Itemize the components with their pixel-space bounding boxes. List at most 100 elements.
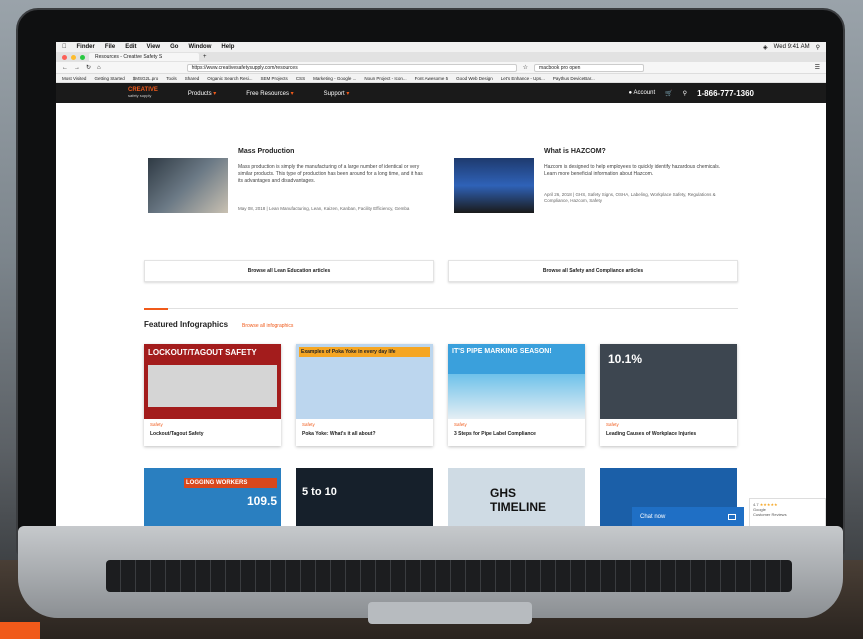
forward-icon[interactable]: → bbox=[74, 65, 80, 71]
back-icon[interactable]: ← bbox=[62, 65, 68, 71]
infographic-card[interactable]: Examples of Poka Yoke in every day life … bbox=[296, 344, 433, 446]
site-search-icon[interactable]: ⚲ bbox=[683, 90, 687, 97]
reload-icon[interactable]: ↻ bbox=[86, 64, 91, 71]
article-title[interactable]: What is HAZCOM? bbox=[544, 148, 606, 155]
section-divider bbox=[144, 308, 738, 310]
address-bar: ← → ↻ ⌂ https://www.creativesafetysupply… bbox=[56, 62, 826, 74]
menu-edit[interactable]: Edit bbox=[125, 44, 136, 50]
wifi-icon[interactable]: ◈ bbox=[763, 44, 768, 51]
bookmark-item[interactable]: Good Web Design bbox=[456, 76, 493, 81]
site-logo[interactable]: CREATIVE safety supply bbox=[128, 87, 158, 99]
bookmark-item[interactable]: Noun Project - Icon... bbox=[364, 76, 406, 81]
infographic-number: 109.5 bbox=[246, 494, 277, 508]
url-field[interactable]: https://www.creativesafetysupply.com/res… bbox=[186, 63, 517, 72]
chevron-down-icon: ▾ bbox=[213, 90, 217, 97]
bookmark-item[interactable]: Most Visited bbox=[62, 76, 86, 81]
card-category[interactable]: Safety bbox=[150, 422, 163, 427]
infographic-heading: LOCKOUT/TAGOUT SAFETY bbox=[148, 348, 257, 357]
infographic-image[interactable]: LOCKOUT/TAGOUT SAFETY bbox=[144, 344, 281, 419]
menu-help[interactable]: Help bbox=[221, 44, 234, 50]
tab-bar: Resources - Creative Safety S + bbox=[56, 52, 826, 62]
article-meta: April 26, 2018 | GHS, Safety Signs, OSHA… bbox=[544, 192, 716, 203]
account-link[interactable]: ● Account bbox=[629, 90, 656, 96]
search-input[interactable]: macbook pro open bbox=[534, 63, 645, 72]
bookmark-item[interactable]: Organic Search Resi... bbox=[207, 76, 252, 81]
user-icon: ● bbox=[628, 90, 633, 96]
menu-file[interactable]: File bbox=[105, 44, 115, 50]
card-title[interactable]: 3 Steps for Pipe Label Compliance bbox=[454, 431, 536, 437]
article-card[interactable]: What is HAZCOM? Hazcom is designed to he… bbox=[454, 140, 744, 220]
infographic-card[interactable]: LOCKOUT/TAGOUT SAFETY Safety Lockout/Tag… bbox=[144, 344, 281, 446]
card-title[interactable]: Poka Yoke: What's it all about? bbox=[302, 431, 376, 437]
orange-corner-tab bbox=[0, 622, 40, 639]
bookmark-item[interactable]: Marketing - Google ... bbox=[313, 76, 356, 81]
browser-tab[interactable]: Resources - Creative Safety S bbox=[89, 53, 199, 61]
close-window-icon[interactable] bbox=[62, 54, 67, 60]
browse-infographics-link[interactable]: Browse all infographics bbox=[242, 323, 293, 329]
nav-products[interactable]: Products ▾ bbox=[188, 90, 216, 97]
keyboard bbox=[106, 560, 792, 592]
menu-icon[interactable]: ☰ bbox=[815, 64, 820, 71]
zoom-window-icon[interactable] bbox=[80, 54, 85, 60]
bookmark-star-icon[interactable]: ☆ bbox=[523, 64, 528, 71]
cart-icon[interactable]: 🛒 bbox=[665, 90, 672, 97]
infographic-heading: 5 to 10 bbox=[302, 486, 337, 498]
new-tab-icon[interactable]: + bbox=[203, 54, 207, 60]
bookmark-item[interactable]: Getting Started bbox=[94, 76, 124, 81]
article-card[interactable]: Mass Production Mass production is simpl… bbox=[148, 140, 438, 220]
bookmark-item[interactable]: CSS bbox=[296, 76, 305, 81]
infographic-heading: GHS TIMELINE bbox=[490, 486, 546, 514]
card-title[interactable]: Lockout/Tagout Safety bbox=[150, 431, 204, 437]
menu-finder[interactable]: Finder bbox=[77, 44, 95, 50]
bookmark-item[interactable]: Tools bbox=[166, 76, 177, 81]
clock[interactable]: Wed 9:41 AM bbox=[774, 44, 810, 51]
article-title[interactable]: Mass Production bbox=[238, 148, 294, 155]
bookmark-item[interactable]: Font Awesome 5 bbox=[415, 76, 448, 81]
bookmark-item[interactable]: $MSG2L.pro bbox=[133, 76, 159, 81]
spotlight-icon[interactable]: ⚲ bbox=[816, 44, 820, 51]
infographic-card[interactable]: GHS TIMELINE bbox=[448, 468, 585, 527]
page-content: Mass Production Mass production is simpl… bbox=[56, 122, 826, 527]
chat-label: Chat now bbox=[640, 514, 666, 520]
bookmark-item[interactable]: Paythus DeviceBar... bbox=[553, 76, 595, 81]
infographic-card[interactable]: IT'S PIPE MARKING SEASON! Safety 3 Steps… bbox=[448, 344, 585, 446]
bookmark-item[interactable]: Let's Enhance - Ups... bbox=[501, 76, 545, 81]
card-title[interactable]: Leading Causes of Workplace Injuries bbox=[606, 431, 696, 437]
infographic-image[interactable]: Examples of Poka Yoke in every day life bbox=[296, 344, 433, 419]
review-label: Customer Reviews bbox=[753, 512, 787, 517]
article-thumbnail[interactable] bbox=[454, 158, 534, 213]
browse-safety-button[interactable]: Browse all Safety and Compliance article… bbox=[448, 260, 738, 282]
menu-view[interactable]: View bbox=[147, 44, 161, 50]
infographic-card[interactable]: 5 to 10 bbox=[296, 468, 433, 527]
account-label: Account bbox=[633, 90, 656, 96]
card-category[interactable]: Safety bbox=[454, 422, 467, 427]
bookmark-item[interactable]: SEM Projects bbox=[261, 76, 288, 81]
site-header: CREATIVE safety supply Products ▾ Free Re… bbox=[56, 83, 826, 103]
article-excerpt: Mass production is simply the manufactur… bbox=[238, 164, 423, 184]
bookmarks-bar: Most Visited Getting Started $MSG2L.pro … bbox=[56, 74, 826, 83]
infographic-heading: 10.1% bbox=[608, 352, 643, 366]
bookmark-item[interactable]: Shared bbox=[185, 76, 200, 81]
nav-support[interactable]: Support ▾ bbox=[324, 90, 350, 97]
article-thumbnail[interactable] bbox=[148, 158, 228, 213]
header-right: ● Account 🛒 ⚲ 1-866-777-1360 bbox=[629, 89, 754, 98]
menu-window[interactable]: Window bbox=[188, 44, 211, 50]
apple-icon[interactable]:  bbox=[62, 44, 67, 50]
minimize-window-icon[interactable] bbox=[71, 54, 76, 60]
home-icon[interactable]: ⌂ bbox=[97, 65, 101, 71]
infographic-image[interactable]: IT'S PIPE MARKING SEASON! bbox=[448, 344, 585, 419]
infographic-image[interactable]: 10.1% bbox=[600, 344, 737, 419]
menu-go[interactable]: Go bbox=[170, 44, 178, 50]
nav-free-resources[interactable]: Free Resources ▾ bbox=[246, 90, 293, 97]
browse-lean-button[interactable]: Browse all Lean Education articles bbox=[144, 260, 434, 282]
card-category[interactable]: Safety bbox=[606, 422, 619, 427]
infographic-heading: Examples of Poka Yoke in every day life bbox=[299, 347, 430, 357]
chat-widget[interactable]: Chat now bbox=[632, 507, 744, 527]
google-review-badge[interactable]: 4.7 ★★★★★ Google Customer Reviews bbox=[749, 498, 826, 527]
infographic-card[interactable]: 10.1% Safety Leading Causes of Workplace… bbox=[600, 344, 737, 446]
phone-number[interactable]: 1-866-777-1360 bbox=[697, 89, 754, 98]
nav-label: Products bbox=[187, 90, 212, 97]
infographic-card[interactable]: LOGGING WORKERS 109.5 bbox=[144, 468, 281, 527]
card-category[interactable]: Safety bbox=[302, 422, 315, 427]
nav-label: Free Resources bbox=[246, 90, 289, 97]
